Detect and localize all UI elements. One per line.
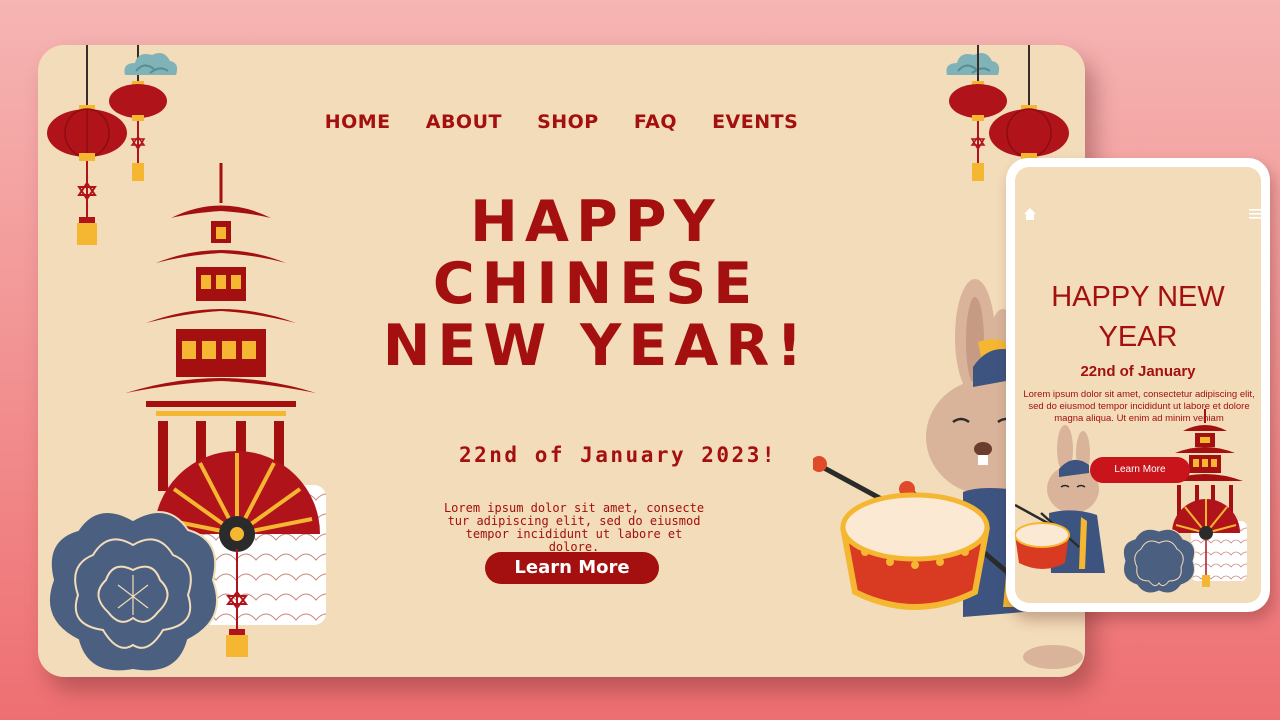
hamburger-menu-icon[interactable] [1249, 207, 1261, 221]
home-icon[interactable] [1023, 207, 1037, 221]
hero-title-line: CHINESE [432, 251, 760, 317]
hero-description-line: tempor incididunt ut labore et dolore. [465, 527, 683, 554]
mobile-screen: HAPPY NEW YEAR 22nd of January Lorem ips… [1015, 167, 1261, 603]
hero-description: Lorem ipsum dolor sit amet, consecte tur… [438, 502, 710, 554]
mobile-preview: HAPPY NEW YEAR 22nd of January Lorem ips… [1006, 158, 1270, 612]
desktop-landing-page: HOME ABOUT SHOP FAQ EVENTS HAPPY CHINESE… [38, 45, 1085, 677]
hero-title-line: NEW YEAR! [382, 313, 810, 379]
learn-more-button[interactable]: Learn More [485, 552, 659, 584]
drum-icon [840, 492, 990, 610]
lantern-icon [989, 45, 1069, 161]
mobile-hero-date: 22nd of January [1080, 363, 1196, 380]
nav-faq-link[interactable]: FAQ [634, 111, 677, 133]
hero-title-line: HAPPY [470, 189, 722, 255]
cloud-icon [124, 53, 178, 75]
nav-about-link[interactable]: ABOUT [426, 111, 502, 133]
nav-events-link[interactable]: EVENTS [712, 111, 798, 133]
main-nav: HOME ABOUT SHOP FAQ EVENTS [38, 111, 1085, 133]
peony-flower-icon [1122, 528, 1196, 594]
peony-flower-icon [48, 511, 218, 673]
nav-home-link[interactable]: HOME [325, 111, 391, 133]
hero-title: HAPPY CHINESE NEW YEAR! [316, 191, 876, 377]
mobile-hero-title: HAPPY NEW YEAR [1015, 277, 1261, 357]
mobile-hero-title-line: HAPPY NEW [1051, 281, 1225, 313]
mobile-hero-title-line: YEAR [1098, 321, 1178, 353]
mobile-learn-more-button[interactable]: Learn More [1090, 457, 1190, 483]
rabbit-drummer-icon [1015, 425, 1105, 573]
pagoda-icon [126, 163, 316, 491]
nav-shop-link[interactable]: SHOP [537, 111, 599, 133]
mobile-hero-description: Lorem ipsum dolor sit amet, consectetur … [1023, 389, 1255, 424]
